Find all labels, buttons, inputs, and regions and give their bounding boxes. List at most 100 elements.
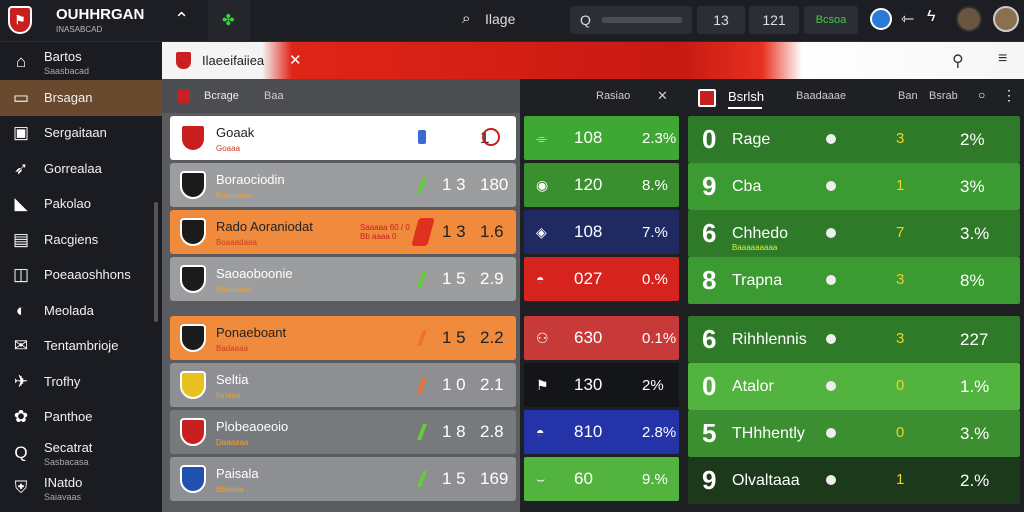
header-banner: Ilaeeifaiiea ✕ ⚲ ≡: [162, 42, 1024, 79]
sidebar-item-12[interactable]: Q Secatrat Sasbacasa: [0, 435, 162, 471]
standings-row[interactable]: 0 Rage 3 2%: [688, 116, 1020, 163]
back-icon[interactable]: ⇽: [901, 9, 914, 29]
team-crest-icon: [180, 324, 206, 352]
standings-row[interactable]: 0 Atalor 0 1.%: [688, 363, 1020, 410]
bolt-icon[interactable]: ϟ: [927, 8, 935, 26]
standings-col-4[interactable]: Bsrab: [929, 90, 958, 102]
status-dot-icon: [826, 475, 836, 485]
close-panel-icon[interactable]: ✕: [657, 88, 668, 104]
team-sub: Baaaaaaa: [216, 190, 253, 200]
stat-row[interactable]: ◈ 108 7.%: [524, 210, 679, 254]
status-dot-icon: [826, 181, 836, 191]
standings-row[interactable]: 5 THhhently 0 3.%: [688, 410, 1020, 457]
sidebar-item-1[interactable]: ⌂ Bartos Saasbacad: [0, 44, 162, 80]
crest-icon: [698, 89, 716, 107]
stat-row[interactable]: ⌣ 60 9.%: [524, 457, 679, 501]
stat-row[interactable]: ◉ 120 8.%: [524, 163, 679, 207]
rank-number: 6: [702, 218, 717, 248]
stat-box-2[interactable]: 121: [749, 6, 799, 34]
search-label[interactable]: Ilage: [485, 11, 515, 27]
rank-number: 0: [702, 124, 717, 154]
sidebar-item-8[interactable]: ◐ Meolada: [0, 293, 162, 329]
team-stat-1: 1 3: [442, 222, 466, 241]
team-row[interactable]: Goaak Goaaa 1: [170, 116, 516, 160]
user-icon[interactable]: ⚲: [952, 51, 964, 71]
app-title: OUHHRGAN: [56, 6, 145, 23]
stat-box-1[interactable]: 13: [697, 6, 745, 34]
team-row[interactable]: Plobeaoeoio Daaaaaa 1 8 2.8: [170, 410, 516, 454]
team-name: Ponaeboant: [216, 324, 287, 340]
standings-row[interactable]: 8 Trapna 3 8%: [688, 257, 1020, 304]
sidebar-item-label: Panthoe: [44, 409, 93, 424]
team-row[interactable]: Boraociodin Baaaaaaa 1 3 180: [170, 163, 516, 207]
standings-row[interactable]: 9 Olvaltaaa 1 2.%: [688, 457, 1020, 504]
form-indicator-icon: [417, 330, 427, 346]
sidebar-item-9[interactable]: ✉ Tentambrioje: [0, 328, 162, 364]
search-icon[interactable]: ⌕: [462, 10, 470, 27]
header-col-2[interactable]: Baa: [264, 90, 284, 102]
sidebar-item-13[interactable]: ⛨ INatdo Saiavaas: [0, 470, 162, 506]
shield-icon: ◐: [15, 300, 27, 320]
stat-value: 60: [574, 469, 593, 488]
sidebar-item-label: INatdo: [44, 475, 83, 490]
more-icon[interactable]: ⋮: [1002, 87, 1016, 104]
sidebar-item-label: Brsagan: [44, 89, 93, 105]
standings-panel: Bsrlsh Baadaaae Ban Bsrab ○ ⋮ 0 Rage 3 2…: [680, 79, 1024, 512]
sidebar-item-2[interactable]: ▭ Brsagan: [0, 79, 162, 116]
sidebar-item-10[interactable]: ✈ Trofhy: [0, 364, 162, 400]
sidebar-item-11[interactable]: ✿ Panthoe: [0, 399, 162, 435]
team-name: Plobeaoeoio: [216, 418, 289, 434]
stat-row[interactable]: ◓ 810 2.8%: [524, 410, 679, 454]
globe-icon[interactable]: [870, 8, 892, 30]
stat-percent: 9.%: [642, 470, 668, 488]
team-crest-icon: [180, 218, 206, 246]
header-col-1[interactable]: Bcrage: [204, 90, 239, 102]
metric-value: 0: [896, 377, 905, 394]
team-stat-2: 2.9: [480, 269, 504, 288]
standings-row[interactable]: 6 Rihhlennis 3 227: [688, 316, 1020, 363]
standings-row[interactable]: 6 Chhedo Baaaaaaaaa 7 3.%: [688, 210, 1020, 257]
menu-icon[interactable]: ≡: [998, 50, 1007, 68]
team-sub: Badaaaa: [216, 343, 249, 353]
percent-value: 2.%: [960, 470, 990, 490]
search-input[interactable]: Q: [570, 6, 692, 34]
team-name: Saoaoboonie: [216, 265, 293, 281]
close-icon[interactable]: ✕: [289, 51, 302, 69]
header-col-3[interactable]: Rasiao: [596, 90, 630, 102]
stat-row[interactable]: ⚑ 130 2%: [524, 363, 679, 407]
standings-col-3[interactable]: Ban: [898, 90, 918, 102]
team-row[interactable]: Saoaoboonie Baaaaaaa 1 5 2.9: [170, 257, 516, 301]
stat-row[interactable]: ⌯ 108 2.3%: [524, 116, 679, 160]
team-note: Saaaaa 60 / 0 Bb aaaa 0: [360, 223, 410, 241]
rank-number: 9: [702, 465, 717, 495]
chevron-up-icon[interactable]: ⌃: [174, 9, 189, 30]
sidebar-scrollbar[interactable]: [154, 202, 158, 322]
avatar-2[interactable]: [993, 6, 1019, 32]
rank-number: 9: [702, 171, 717, 201]
stat-icon: ⚑: [536, 376, 549, 393]
radio-icon[interactable]: ○: [978, 88, 985, 102]
sidebar-item-3[interactable]: ▣ Sergaitaan: [0, 115, 162, 151]
stat-box-3[interactable]: Bcsoa: [804, 6, 858, 34]
stat-percent: 0.1%: [642, 329, 677, 347]
team-name: Rado Aoraniodat: [216, 218, 313, 234]
square-icon: ◫: [12, 265, 30, 284]
team-row[interactable]: Rado Aoraniodat Boaaadaaa Saaaaa 60 / 0 …: [170, 210, 516, 254]
standings-col-2[interactable]: Baadaaae: [796, 90, 846, 102]
sidebar-item-5[interactable]: ◣ Pakolao: [0, 186, 162, 222]
stat-row[interactable]: ◓ 027 0.%: [524, 257, 679, 301]
avatar-1[interactable]: [956, 6, 982, 32]
standings-row[interactable]: 9 Cba 1 3%: [688, 163, 1020, 210]
sidebar-item-7[interactable]: ◫ Poeaaoshhons: [0, 257, 162, 293]
clover-icon[interactable]: ✤: [222, 11, 235, 29]
team-row[interactable]: Paisala Bbaaaa 1 5 169: [170, 457, 516, 501]
team-row[interactable]: Seltia Ionaaa 1 0 2.1: [170, 363, 516, 407]
home-icon: ⌂: [15, 52, 27, 71]
sidebar-item-4[interactable]: ➶ Gorrealaa: [0, 151, 162, 187]
team-row[interactable]: Ponaeboant Badaaaa 1 5 2.2: [170, 316, 516, 360]
team-stat-2: 1.6: [480, 222, 504, 241]
rank-number: 5: [702, 418, 717, 448]
stat-row[interactable]: ⚇ 630 0.1%: [524, 316, 679, 360]
club-logo-icon: ⚑: [8, 6, 32, 34]
sidebar-item-6[interactable]: ▤ Racgiens: [0, 222, 162, 258]
